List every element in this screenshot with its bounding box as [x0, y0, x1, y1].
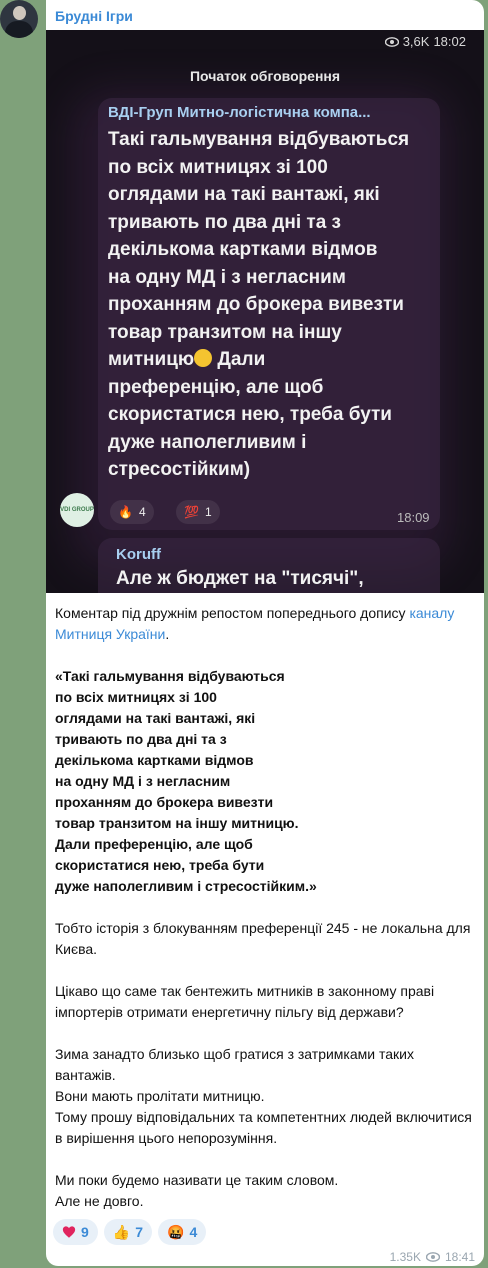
sender-logo-text: VDI GROUP	[60, 507, 94, 513]
quote-line: декількома картками відмов	[55, 752, 254, 768]
screenshot-quote-line: Такі гальмування відбуваються	[108, 129, 410, 150]
grinning-face-icon	[194, 349, 213, 367]
screenshot-quote-line: проханням до брокера вивезти	[108, 294, 404, 315]
quote-line: Дали преференцію, але щоб	[55, 836, 253, 852]
photo-time: 18:02	[433, 34, 466, 49]
eye-icon	[384, 36, 399, 47]
screenshot-quote-line: на одну МД і з негласним	[108, 266, 346, 288]
paragraph-line: Вони мають пролітати митницю.	[55, 1088, 265, 1104]
post-paragraph: Цікаво що саме так бентежить митників в …	[55, 983, 435, 1020]
post-paragraph: Ми поки будемо називати це таким словом.…	[55, 1170, 477, 1212]
quote-line: скористатися нею, треба бути	[55, 857, 265, 873]
discussion-header: Початок обговорення	[189, 68, 341, 84]
screenshot-reaction: 🔥 4	[110, 500, 154, 524]
screenshot-quote-line: оглядами на такі вантажі, які	[108, 184, 380, 205]
reaction-count: 4	[189, 1224, 198, 1240]
channel-avatar[interactable]	[0, 0, 38, 38]
screenshot-quote-line: преференцію, але щоб	[108, 376, 324, 398]
screenshot-quote-line: митницю Дали	[108, 346, 438, 374]
screenshot-quote: Такі гальмування відбуваються по всіх ми…	[108, 126, 438, 484]
post-intro-text: Коментар під дружнім репостом попередньо…	[55, 605, 410, 621]
quote-line: «Такі гальмування відбуваються	[55, 668, 285, 684]
reaction-angry[interactable]: 🤬 4	[158, 1219, 207, 1245]
fire-icon: 🔥	[118, 505, 133, 519]
photo-views: 3,6K	[402, 34, 430, 49]
quote-line: проханням до брокера вивезти	[55, 794, 274, 810]
hundred-points-icon: 💯	[184, 505, 199, 519]
avatar-body	[5, 21, 33, 38]
post-time: 18:41	[444, 1250, 475, 1264]
reaction-count: 9	[81, 1224, 89, 1240]
angry-face-icon: 🤬	[167, 1223, 185, 1240]
reaction-heart[interactable]: 9	[53, 1219, 98, 1245]
quote-line: оглядами на такі вантажі, які	[55, 710, 256, 726]
post-paragraph: Зима занадто близько щоб гратися з затри…	[55, 1044, 477, 1149]
paragraph-line: Тому прошу відповідальних та компетентни…	[55, 1109, 472, 1146]
paragraph-line: Але не довго.	[55, 1193, 144, 1209]
screenshot-quote-fragment: митницю	[108, 349, 195, 370]
post-intro-end: .	[165, 626, 170, 642]
screenshot-reply-sender: Koruff	[116, 546, 161, 563]
screenshot-message-time: 18:09	[397, 510, 430, 525]
photo-meta: 3,6K 18:02	[384, 34, 466, 49]
views-count: 1.35K	[389, 1250, 421, 1264]
post-quote: «Такі гальмування відбуваються по всіх м…	[55, 666, 477, 897]
quote-line: по всіх митницях зі 100	[55, 689, 217, 705]
avatar-head	[13, 6, 26, 20]
screenshot-reaction: 💯 1	[176, 500, 220, 524]
screenshot-reply-text: Але ж бюджет на "тисячі",	[116, 568, 364, 589]
quote-line: товар транзитом на іншу митницю.	[55, 815, 299, 831]
channel-name[interactable]: Брудні Ігри	[55, 8, 133, 24]
message-bubble: Брудні Ігри 3,6K 18:02 Початок обговорен…	[46, 0, 484, 1266]
screenshot-quote-line: по всіх митницях зі 100	[108, 156, 328, 178]
quote-line: дуже наполегливим і стресостійким.»	[55, 878, 317, 894]
screenshot-sender: ВДІ-Груп Митно-логістична компа...	[108, 104, 371, 121]
screenshot-quote-line: декількома картками відмов	[108, 239, 378, 260]
sender-logo: VDI GROUP	[60, 493, 94, 527]
screenshot-quote-line: скористатися нею, треба бути	[108, 404, 392, 425]
post-intro: Коментар під дружнім репостом попередньо…	[55, 603, 477, 645]
paragraph-line: Зима занадто близько щоб гратися з затри…	[55, 1046, 414, 1083]
reactions-bar: 9 👍 7 🤬 4	[53, 1219, 207, 1245]
reaction-thumbs-up[interactable]: 👍 7	[103, 1219, 153, 1245]
reaction-count: 7	[135, 1224, 144, 1240]
reaction-count: 1	[204, 505, 212, 519]
eye-icon	[425, 1252, 440, 1262]
post-photo[interactable]: 3,6K 18:02 Початок обговорення ВДІ-Груп …	[46, 30, 484, 593]
paragraph-line: Ми поки будемо називати це таким словом.	[55, 1172, 339, 1188]
screenshot-quote-line: тривають по два дні та з	[108, 211, 341, 233]
screenshot-quote-fragment: Дали	[217, 349, 266, 370]
post-paragraph: Тобто історія з блокуванням преференції …	[55, 920, 471, 957]
screenshot-quote-line: товар транзитом на іншу	[108, 321, 342, 343]
screenshot-quote-line: стресостійким)	[108, 459, 251, 480]
heart-icon	[62, 1226, 76, 1238]
screenshot-quote-line: дуже наполегливим і	[108, 431, 307, 453]
post-footer: 1.35K 18:41	[390, 1250, 475, 1264]
quote-line: на одну МД і з негласним	[55, 773, 231, 789]
reaction-count: 4	[138, 505, 146, 519]
thumbs-up-icon: 👍	[112, 1223, 131, 1240]
quote-line: тривають по два дні та з	[55, 731, 227, 747]
post-text: Коментар під дружнім репостом попередньо…	[55, 603, 477, 1212]
